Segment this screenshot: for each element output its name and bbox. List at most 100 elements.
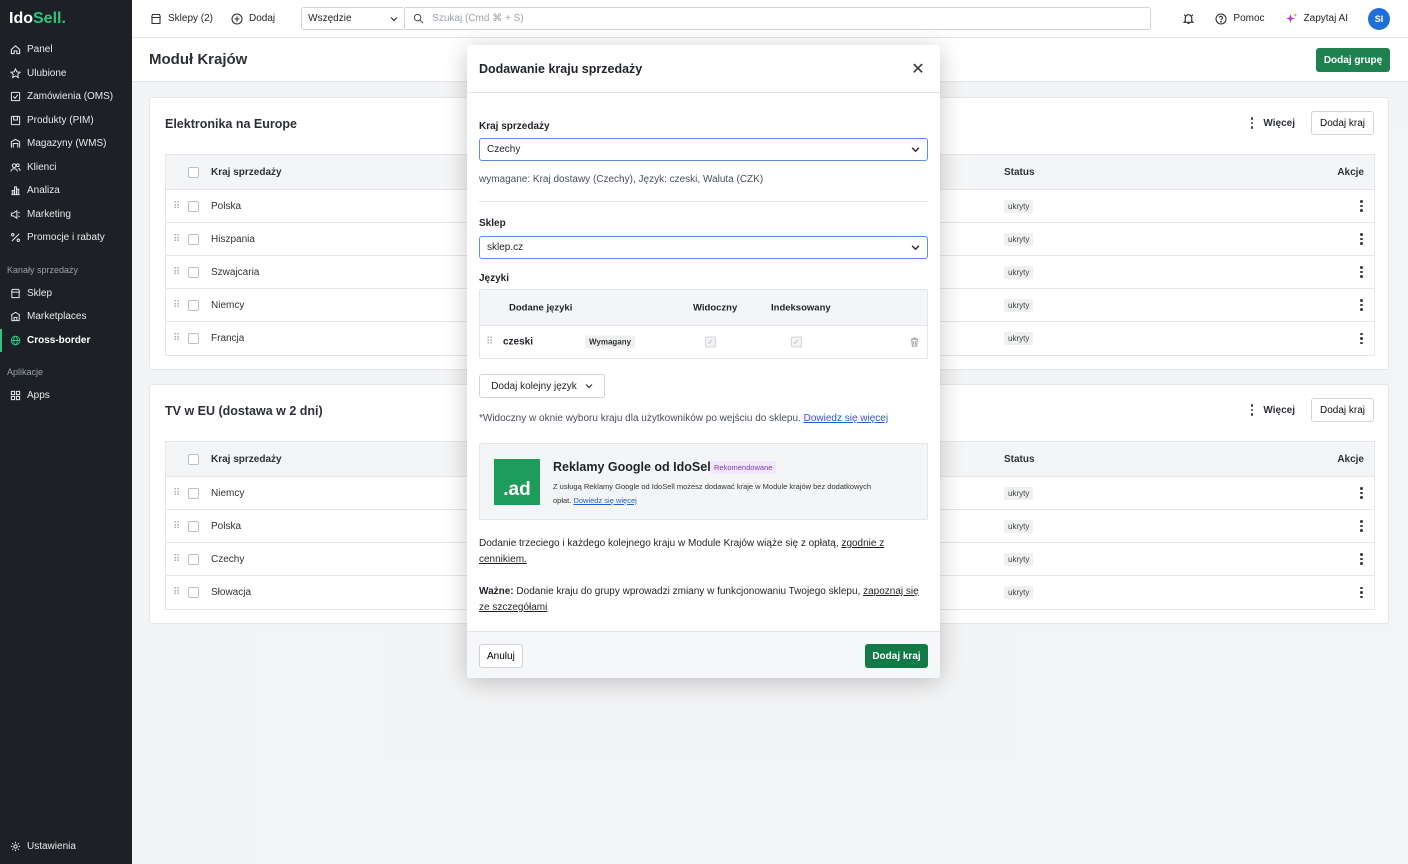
search-placeholder: Szukaj (Cmd ⌘ + S) xyxy=(432,13,524,24)
add-language-label: Dodaj kolejny język xyxy=(491,380,577,392)
modal-title: Dodawanie kraju sprzedaży xyxy=(479,61,643,76)
add-language-button[interactable]: Dodaj kolejny język xyxy=(479,374,605,398)
chevron-down-icon xyxy=(390,15,398,23)
help-button[interactable]: Pomoc xyxy=(1215,12,1265,25)
sidebar-item-label: Panel xyxy=(27,44,53,56)
sidebar-item-label: Zamówienia (OMS) xyxy=(27,91,114,103)
sidebar-item-label: Produkty (PIM) xyxy=(27,114,94,126)
shops-button[interactable]: Sklepy (2) xyxy=(150,13,213,25)
required-badge: Wymagany xyxy=(585,335,636,349)
required-hint: wymagane: Kraj dostawy (Czechy), Język: … xyxy=(479,174,763,185)
topbar: Sklepy (2) Dodaj Wszędzie Szukaj (Cmd ⌘ … xyxy=(132,0,1408,38)
users-icon xyxy=(9,161,21,173)
indexed-checkbox[interactable]: ✓ xyxy=(791,336,802,348)
required-prefix: wymagane: xyxy=(479,174,531,185)
sidebar-item-products[interactable]: Produkty (PIM) xyxy=(0,109,132,133)
submit-add-country-button[interactable]: Dodaj kraj xyxy=(865,644,928,668)
sidebar-item-label: Promocje i rabaty xyxy=(27,232,105,244)
drag-handle-icon[interactable]: ⠿ xyxy=(486,337,493,348)
sidebar-item-customers[interactable]: Klienci xyxy=(0,156,132,180)
ask-ai-button[interactable]: Zapytaj AI xyxy=(1285,12,1348,25)
sidebar-item-label: Marketplaces xyxy=(27,311,87,323)
sidebar-item-label: Apps xyxy=(27,390,50,402)
chart-icon xyxy=(9,185,21,197)
trash-icon[interactable] xyxy=(909,337,920,348)
promo-title: Reklamy Google od IdoSell xyxy=(553,460,715,474)
languages-table: Dodane języki Widoczny Indeksowany ⠿ cze… xyxy=(479,289,928,359)
sidebar-main-nav: Panel Ulubione Zamówienia (OMS) Produkty… xyxy=(0,38,132,250)
add-country-modal: Dodawanie kraju sprzedaży ✕ Kraj sprzeda… xyxy=(467,45,940,678)
search-input[interactable]: Szukaj (Cmd ⌘ + S) xyxy=(405,7,1152,30)
sidebar-item-panel[interactable]: Panel xyxy=(0,38,132,62)
sidebar-item-label: Klienci xyxy=(27,161,57,173)
sidebar-item-label: Ulubione xyxy=(27,67,67,79)
products-icon xyxy=(9,114,21,126)
warehouse-icon xyxy=(9,138,21,150)
sidebar-item-warehouses[interactable]: Magazyny (WMS) xyxy=(0,132,132,156)
divider xyxy=(479,201,928,202)
app-logo[interactable]: Ido Sell. xyxy=(0,0,132,38)
avatar[interactable]: SI xyxy=(1368,7,1390,30)
important-label: Ważne: xyxy=(479,586,514,597)
bell-icon xyxy=(1182,12,1195,25)
megaphone-icon xyxy=(9,208,21,220)
search-scope-select[interactable]: Wszędzie xyxy=(301,7,406,30)
sidebar-item-marketing[interactable]: Marketing xyxy=(0,203,132,227)
language-name: czeski xyxy=(503,336,534,348)
column-header-indexed: Indeksowany xyxy=(771,302,831,313)
recommended-badge: Rekomendowane xyxy=(710,461,777,474)
add-button[interactable]: Dodaj xyxy=(231,12,276,25)
sidebar-item-label: Magazyny (WMS) xyxy=(27,138,107,150)
notifications-button[interactable] xyxy=(1182,12,1195,25)
sidebar-item-promotions[interactable]: Promocje i rabaty xyxy=(0,226,132,250)
help-label: Pomoc xyxy=(1233,13,1265,24)
sidebar-section-apps: Aplikacje xyxy=(7,367,44,377)
sidebar: Ido Sell. Panel Ulubione Zamówienia (OMS)… xyxy=(0,0,132,864)
sparkle-icon xyxy=(1285,12,1298,25)
sidebar-item-cross-border[interactable]: Cross-border xyxy=(0,328,132,352)
star-icon xyxy=(9,67,21,79)
sidebar-item-orders[interactable]: Zamówienia (OMS) xyxy=(0,85,132,109)
sidebar-item-settings[interactable]: Ustawienia xyxy=(0,835,132,859)
language-row: ⠿ czeski Wymagany ✓ ✓ xyxy=(480,326,927,358)
plus-circle-icon xyxy=(231,12,243,25)
visible-note-text: *Widoczny w oknie wyboru kraju dla użytk… xyxy=(479,413,801,424)
languages-table-header: Dodane języki Widoczny Indeksowany xyxy=(480,290,927,326)
sidebar-item-apps[interactable]: Apps xyxy=(0,384,132,408)
important-notice: Ważne: Dodanie kraju do grupy wprowadzi … xyxy=(479,584,928,616)
sidebar-item-label: Ustawienia xyxy=(27,840,76,852)
column-header-visible: Widoczny xyxy=(693,302,738,313)
country-label: Kraj sprzedaży xyxy=(479,121,550,132)
close-icon[interactable]: ✕ xyxy=(908,59,928,79)
promo-text: Z usługą Reklamy Google od IdoSell możes… xyxy=(553,480,883,508)
shop-icon xyxy=(150,13,162,25)
add-label: Dodaj xyxy=(249,13,276,24)
gear-icon xyxy=(9,840,21,852)
sidebar-item-label: Marketing xyxy=(27,208,71,220)
languages-label: Języki xyxy=(479,273,510,284)
learn-more-link[interactable]: Dowiedz się więcej xyxy=(804,413,888,424)
shop-select-value: sklep.cz xyxy=(487,242,524,253)
important-text: Dodanie kraju do grupy wprowadzi zmiany … xyxy=(513,586,861,597)
ask-ai-label: Zapytaj AI xyxy=(1303,13,1348,24)
sidebar-item-analytics[interactable]: Analiza xyxy=(0,179,132,203)
search-scope-value: Wszędzie xyxy=(308,13,352,24)
marketplace-icon xyxy=(9,311,21,323)
sidebar-item-favorites[interactable]: Ulubione xyxy=(0,62,132,86)
chevron-down-icon xyxy=(585,382,593,390)
ad-logo: .ad xyxy=(494,459,540,505)
sidebar-item-marketplaces[interactable]: Marketplaces xyxy=(0,305,132,329)
visible-checkbox[interactable]: ✓ xyxy=(705,336,716,348)
home-icon xyxy=(9,44,21,56)
fee-text: Dodanie trzeciego i każdego kolejnego kr… xyxy=(479,538,839,549)
visible-note: *Widoczny w oknie wyboru kraju dla użytk… xyxy=(479,413,888,424)
logo-part2: Sell. xyxy=(33,10,66,27)
promo-learn-more-link[interactable]: Dowiedz się więcej xyxy=(573,496,636,505)
cancel-button[interactable]: Anuluj xyxy=(479,644,523,668)
country-select-value: Czechy xyxy=(487,144,521,155)
country-select[interactable]: Czechy xyxy=(479,138,928,161)
sidebar-item-shop[interactable]: Sklep xyxy=(0,282,132,306)
shop-select[interactable]: sklep.cz xyxy=(479,236,928,259)
google-ads-promo: .ad Reklamy Google od IdoSell Rekomendow… xyxy=(479,443,928,520)
modal-footer: Anuluj Dodaj kraj xyxy=(467,631,940,678)
